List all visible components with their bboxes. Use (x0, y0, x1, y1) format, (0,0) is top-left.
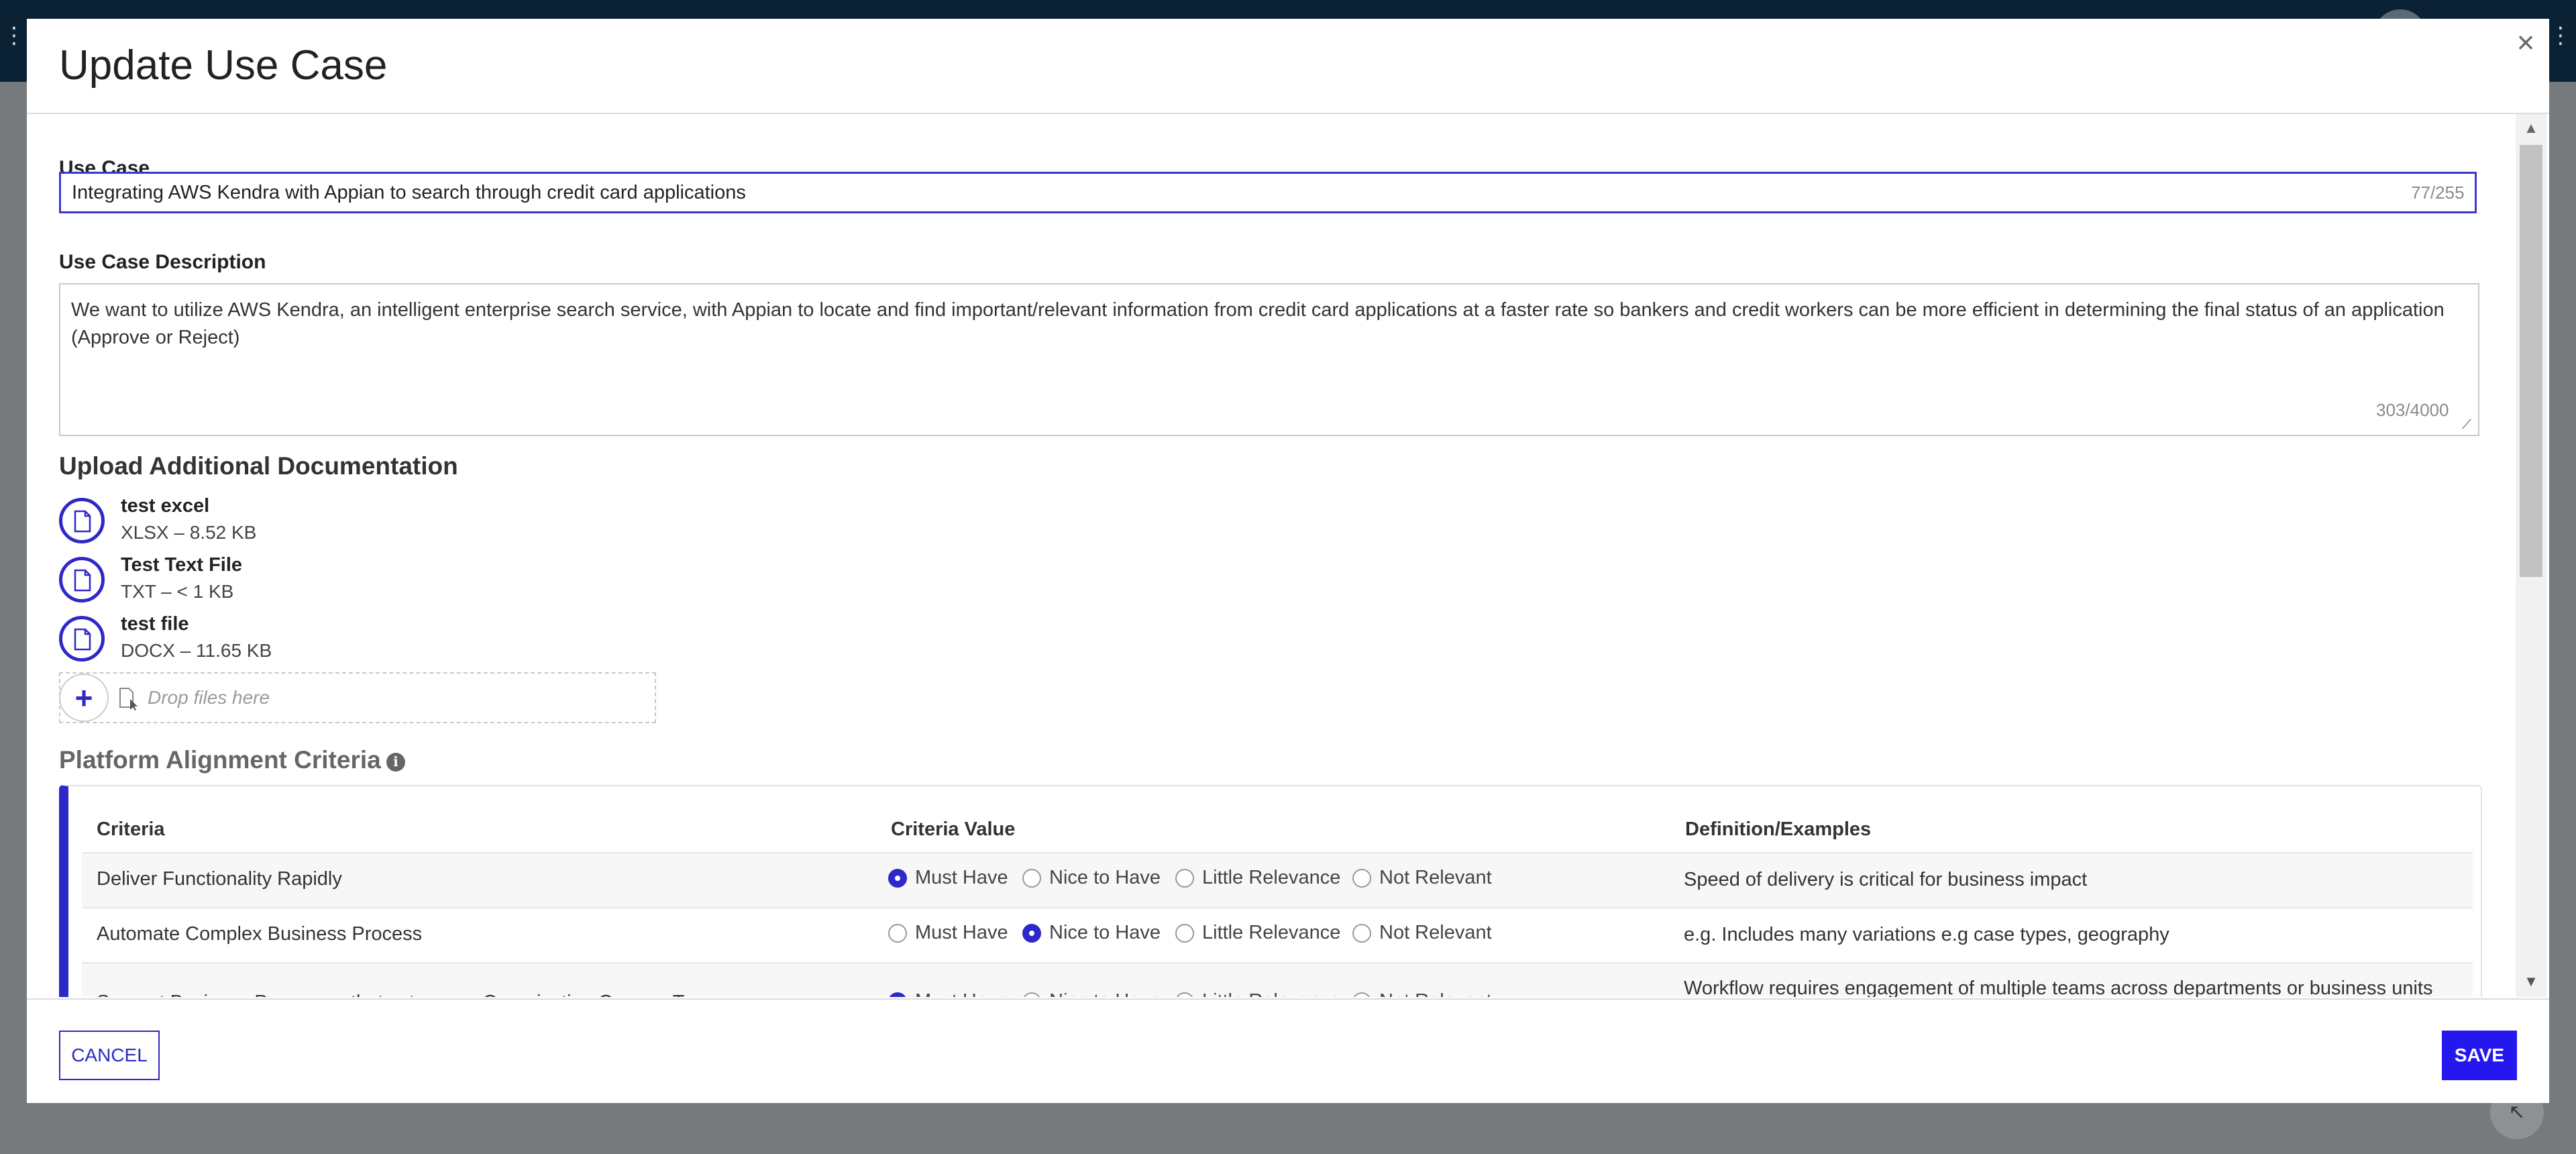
radio-selected-icon (888, 992, 907, 997)
radio-not-relevant[interactable]: Not Relevant (1352, 990, 1492, 997)
radio-must-have[interactable]: Must Have (888, 990, 1008, 997)
use-case-description-label: Use Case Description (59, 251, 266, 273)
criteria-label: Support Business Processes that cut acro… (97, 992, 730, 997)
criteria-value-radio-group: Must Have Nice to Have Little Relevance … (888, 908, 1559, 962)
criteria-definition: Workflow requires engagement of multiple… (1684, 978, 2433, 997)
criteria-value-radio-group: Must Have Nice to Have Little Relevance … (888, 963, 1559, 997)
platform-criteria-heading: Platform Alignment Criteria (59, 746, 381, 774)
table-row: Automate Complex Business Process Must H… (82, 907, 2473, 962)
menu-icon[interactable]: ⋮ (3, 24, 25, 47)
scroll-up-arrow-icon[interactable]: ▲ (2516, 118, 2546, 138)
document-icon (59, 557, 105, 602)
radio-empty-icon (1352, 868, 1371, 888)
radio-nice-to-have[interactable]: Nice to Have (1022, 867, 1161, 889)
radio-empty-icon (1175, 992, 1194, 997)
criteria-definition: e.g. Includes many variations e.g case t… (1684, 924, 2169, 945)
dialog-body[interactable]: Use Case 77/255 Use Case Description We … (27, 114, 2549, 997)
dialog-footer: CANCEL SAVE (27, 998, 2549, 1104)
description-char-count: 303/4000 (2376, 400, 2449, 420)
column-header-criteria-value: Criteria Value (891, 819, 1016, 840)
column-header-criteria: Criteria (97, 819, 165, 840)
dialog-header: Update Use Case × (27, 19, 2549, 114)
resize-handle-icon[interactable]: ⟋ (2462, 417, 2477, 432)
document-icon (59, 498, 105, 543)
radio-empty-icon (888, 923, 907, 943)
use-case-char-count: 77/255 (2411, 182, 2465, 203)
apps-icon[interactable]: ⋮ (2549, 24, 2572, 47)
radio-selected-icon (1022, 923, 1041, 943)
use-case-input[interactable] (59, 172, 2477, 213)
cancel-button[interactable]: CANCEL (59, 1031, 160, 1080)
scroll-thumb[interactable] (2520, 145, 2542, 577)
file-name[interactable]: test excel (121, 495, 209, 517)
radio-selected-icon (888, 868, 907, 888)
criteria-table: Criteria Criteria Value Definition/Examp… (59, 785, 2482, 997)
radio-empty-icon (1022, 868, 1041, 888)
file-meta: TXT – < 1 KB (121, 581, 234, 602)
document-icon (59, 616, 105, 662)
scroll-down-arrow-icon[interactable]: ▼ (2516, 972, 2546, 992)
radio-not-relevant[interactable]: Not Relevant (1352, 922, 1492, 944)
radio-must-have[interactable]: Must Have (888, 922, 1008, 944)
radio-little-relevance[interactable]: Little Relevance (1175, 990, 1340, 997)
dialog-title: Update Use Case (59, 42, 388, 89)
info-icon[interactable]: ℹ (386, 753, 405, 772)
criteria-value-radio-group: Must Have Nice to Have Little Relevance … (888, 853, 1559, 907)
drop-files-text: Drop files here (148, 687, 270, 708)
description-text: We want to utilize AWS Kendra, an intell… (71, 299, 2445, 348)
file-item[interactable]: Test Text File TXT – < 1 KB (59, 554, 462, 611)
file-meta: XLSX – 8.52 KB (121, 522, 257, 543)
vertical-scrollbar[interactable]: ▲ ▼ (2516, 114, 2546, 997)
table-row: Support Business Processes that cut acro… (82, 962, 2473, 997)
file-drop-icon (119, 688, 138, 711)
radio-empty-icon (1175, 868, 1194, 888)
file-item[interactable]: test excel XLSX – 8.52 KB (59, 495, 462, 552)
close-icon[interactable]: × (2509, 25, 2542, 59)
column-header-definition: Definition/Examples (1685, 819, 1872, 840)
radio-empty-icon (1352, 992, 1371, 997)
criteria-definition: Speed of delivery is critical for busine… (1684, 869, 2088, 890)
radio-little-relevance[interactable]: Little Relevance (1175, 922, 1340, 944)
update-use-case-dialog: Update Use Case × Use Case 77/255 Use Ca… (27, 19, 2549, 1103)
radio-empty-icon (1175, 923, 1194, 943)
radio-must-have[interactable]: Must Have (888, 867, 1008, 889)
criteria-label: Automate Complex Business Process (97, 923, 423, 945)
file-name[interactable]: test file (121, 613, 189, 635)
radio-empty-icon (1352, 923, 1371, 943)
criteria-label: Deliver Functionality Rapidly (97, 868, 342, 890)
radio-not-relevant[interactable]: Not Relevant (1352, 867, 1492, 889)
file-name[interactable]: Test Text File (121, 554, 242, 576)
radio-nice-to-have[interactable]: Nice to Have (1022, 990, 1161, 997)
upload-heading: Upload Additional Documentation (59, 452, 458, 480)
radio-little-relevance[interactable]: Little Relevance (1175, 867, 1340, 889)
file-meta: DOCX – 11.65 KB (121, 640, 272, 661)
table-row: Deliver Functionality Rapidly Must Have … (82, 852, 2473, 907)
file-drop-zone[interactable]: + Drop files here (59, 672, 656, 723)
plus-icon[interactable]: + (59, 674, 109, 722)
radio-nice-to-have[interactable]: Nice to Have (1022, 922, 1161, 944)
use-case-description-textarea[interactable]: We want to utilize AWS Kendra, an intell… (59, 283, 2479, 436)
file-item[interactable]: test file DOCX – 11.65 KB (59, 613, 462, 670)
save-button[interactable]: SAVE (2442, 1031, 2517, 1080)
radio-empty-icon (1022, 992, 1041, 997)
